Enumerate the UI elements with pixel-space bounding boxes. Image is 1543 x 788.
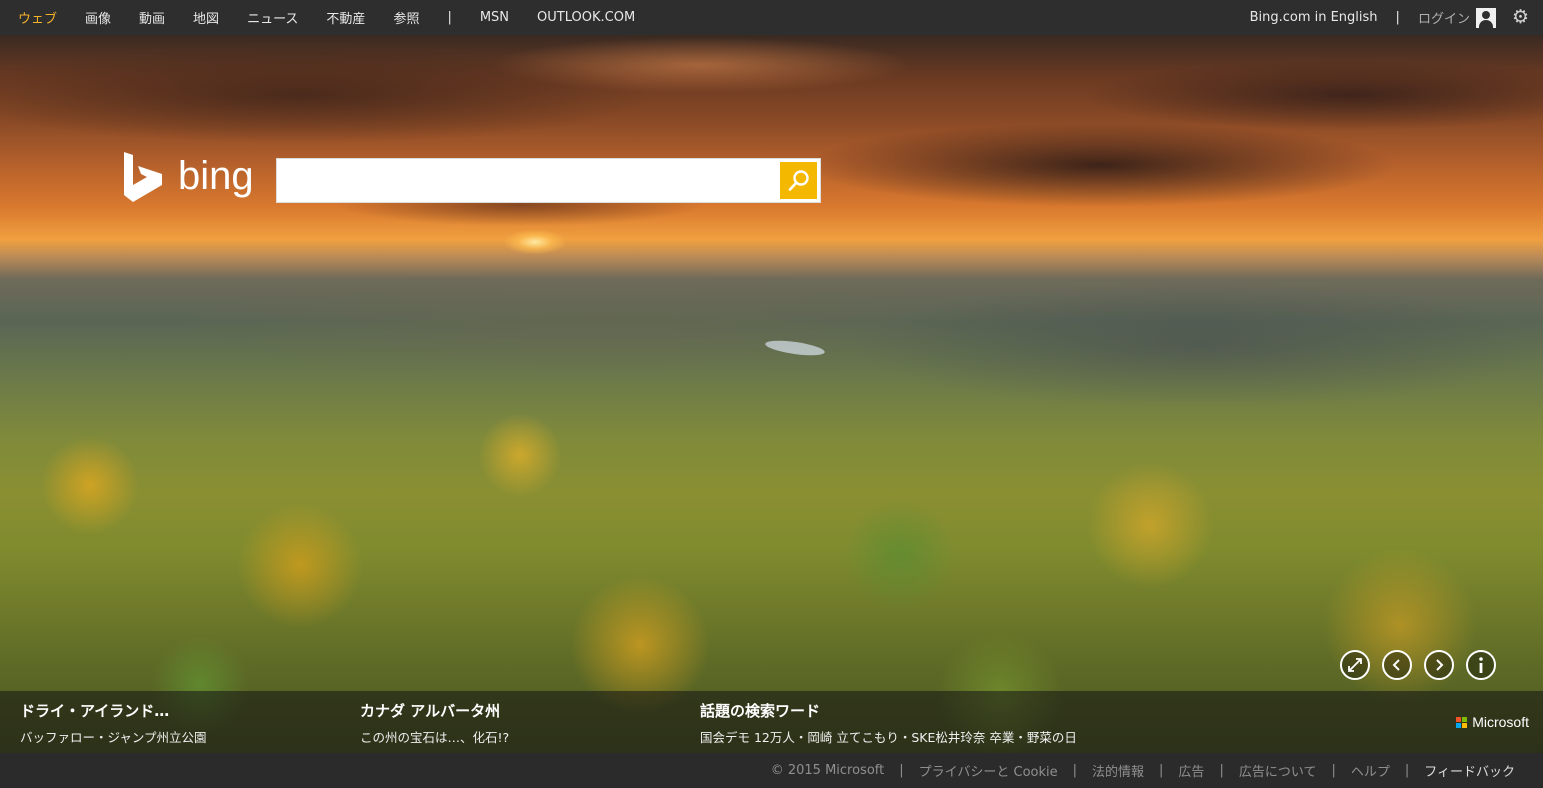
microsoft-logo-icon xyxy=(1456,716,1468,728)
footer-separator: | xyxy=(899,763,904,778)
previous-icon xyxy=(1392,659,1400,671)
expand-icon xyxy=(1348,658,1362,672)
nav-maps[interactable]: 地図 xyxy=(193,8,219,27)
bing-logo-icon xyxy=(124,152,162,202)
copyright: © 2015 Microsoft xyxy=(770,763,885,778)
expand-button[interactable] xyxy=(1340,650,1370,680)
info-button[interactable] xyxy=(1466,650,1496,680)
top-right-separator: | xyxy=(1395,10,1400,25)
story-2-title: カナダ アルバータ州 xyxy=(360,702,501,720)
footer-separator: | xyxy=(1219,763,1224,778)
english-link[interactable]: Bing.com in English xyxy=(1250,10,1378,25)
bing-wordmark: bing xyxy=(178,154,254,198)
nav-msn[interactable]: MSN xyxy=(480,10,509,25)
previous-button[interactable] xyxy=(1382,650,1412,680)
nav-outlook[interactable]: OUTLOOK.COM xyxy=(537,10,635,25)
login-link[interactable]: ログイン xyxy=(1418,8,1470,27)
story-strip: ドライ・アイランド… バッファロー・ジャンプ州立公園 カナダ アルバータ州 この… xyxy=(0,691,1543,753)
footer-legal-link[interactable]: 法的情報 xyxy=(1092,761,1144,780)
sun-glow xyxy=(505,230,565,254)
footer-separator: | xyxy=(1072,763,1078,778)
footer-separator: | xyxy=(1331,763,1336,778)
nav-videos[interactable]: 動画 xyxy=(139,8,165,27)
story-3[interactable]: 話題の検索ワード 国会デモ 12万人・岡崎 立てこもり・SKE松井玲奈 卒業・野… xyxy=(700,700,1077,746)
microsoft-logo[interactable]: Microsoft xyxy=(1456,714,1529,730)
footer-separator: | xyxy=(1159,763,1164,778)
next-button[interactable] xyxy=(1424,650,1454,680)
search-button[interactable] xyxy=(780,162,817,199)
footer-feedback-link[interactable]: フィードバック xyxy=(1424,761,1515,780)
search-icon xyxy=(788,169,809,191)
footer-ads-link[interactable]: 広告 xyxy=(1178,761,1204,780)
nav-realestate[interactable]: 不動産 xyxy=(326,8,365,27)
top-bar: ウェブ 画像 動画 地図 ニュース 不動産 参照 | MSN OUTLOOK.C… xyxy=(0,0,1543,35)
nav-images[interactable]: 画像 xyxy=(85,8,111,27)
nav-separator: | xyxy=(447,10,452,25)
gear-icon[interactable]: ⚙ xyxy=(1512,8,1529,27)
footer-privacy-link[interactable]: プライバシーと Cookie xyxy=(919,761,1058,780)
bing-logo[interactable]: bing xyxy=(122,152,254,202)
search-input[interactable] xyxy=(277,159,777,202)
nav-reference[interactable]: 参照 xyxy=(393,8,419,27)
user-icon[interactable] xyxy=(1475,7,1496,28)
next-icon xyxy=(1436,659,1444,671)
footer: © 2015 Microsoft | プライバシーと Cookie | 法的情報… xyxy=(0,753,1543,788)
microsoft-wordmark: Microsoft xyxy=(1472,714,1529,730)
nav-web[interactable]: ウェブ xyxy=(18,8,57,27)
info-icon xyxy=(1479,657,1483,673)
image-controls xyxy=(1340,650,1496,680)
nav-news[interactable]: ニュース xyxy=(247,8,298,27)
story-1-title: ドライ・アイランド… xyxy=(20,702,170,720)
story-3-subtitle: 国会デモ 12万人・岡崎 立てこもり・SKE松井玲奈 卒業・野菜の日 xyxy=(700,730,1077,745)
story-3-title: 話題の検索ワード xyxy=(700,702,821,720)
background-image xyxy=(0,35,1543,753)
top-nav: ウェブ 画像 動画 地図 ニュース 不動産 参照 | MSN OUTLOOK.C… xyxy=(18,8,663,27)
search-box xyxy=(276,158,821,203)
footer-separator: | xyxy=(1404,763,1410,778)
sky-clouds xyxy=(0,35,1543,265)
footer-about-ads-link[interactable]: 広告について xyxy=(1239,761,1317,780)
story-2[interactable]: カナダ アルバータ州 この州の宝石は…、化石!? xyxy=(360,700,509,746)
footer-help-link[interactable]: ヘルプ xyxy=(1351,761,1390,780)
top-right: Bing.com in English | ログイン ⚙ xyxy=(1250,7,1529,28)
story-1-subtitle: バッファロー・ジャンプ州立公園 xyxy=(20,730,207,745)
story-1[interactable]: ドライ・アイランド… バッファロー・ジャンプ州立公園 xyxy=(20,700,207,746)
story-2-subtitle: この州の宝石は…、化石!? xyxy=(360,730,510,745)
